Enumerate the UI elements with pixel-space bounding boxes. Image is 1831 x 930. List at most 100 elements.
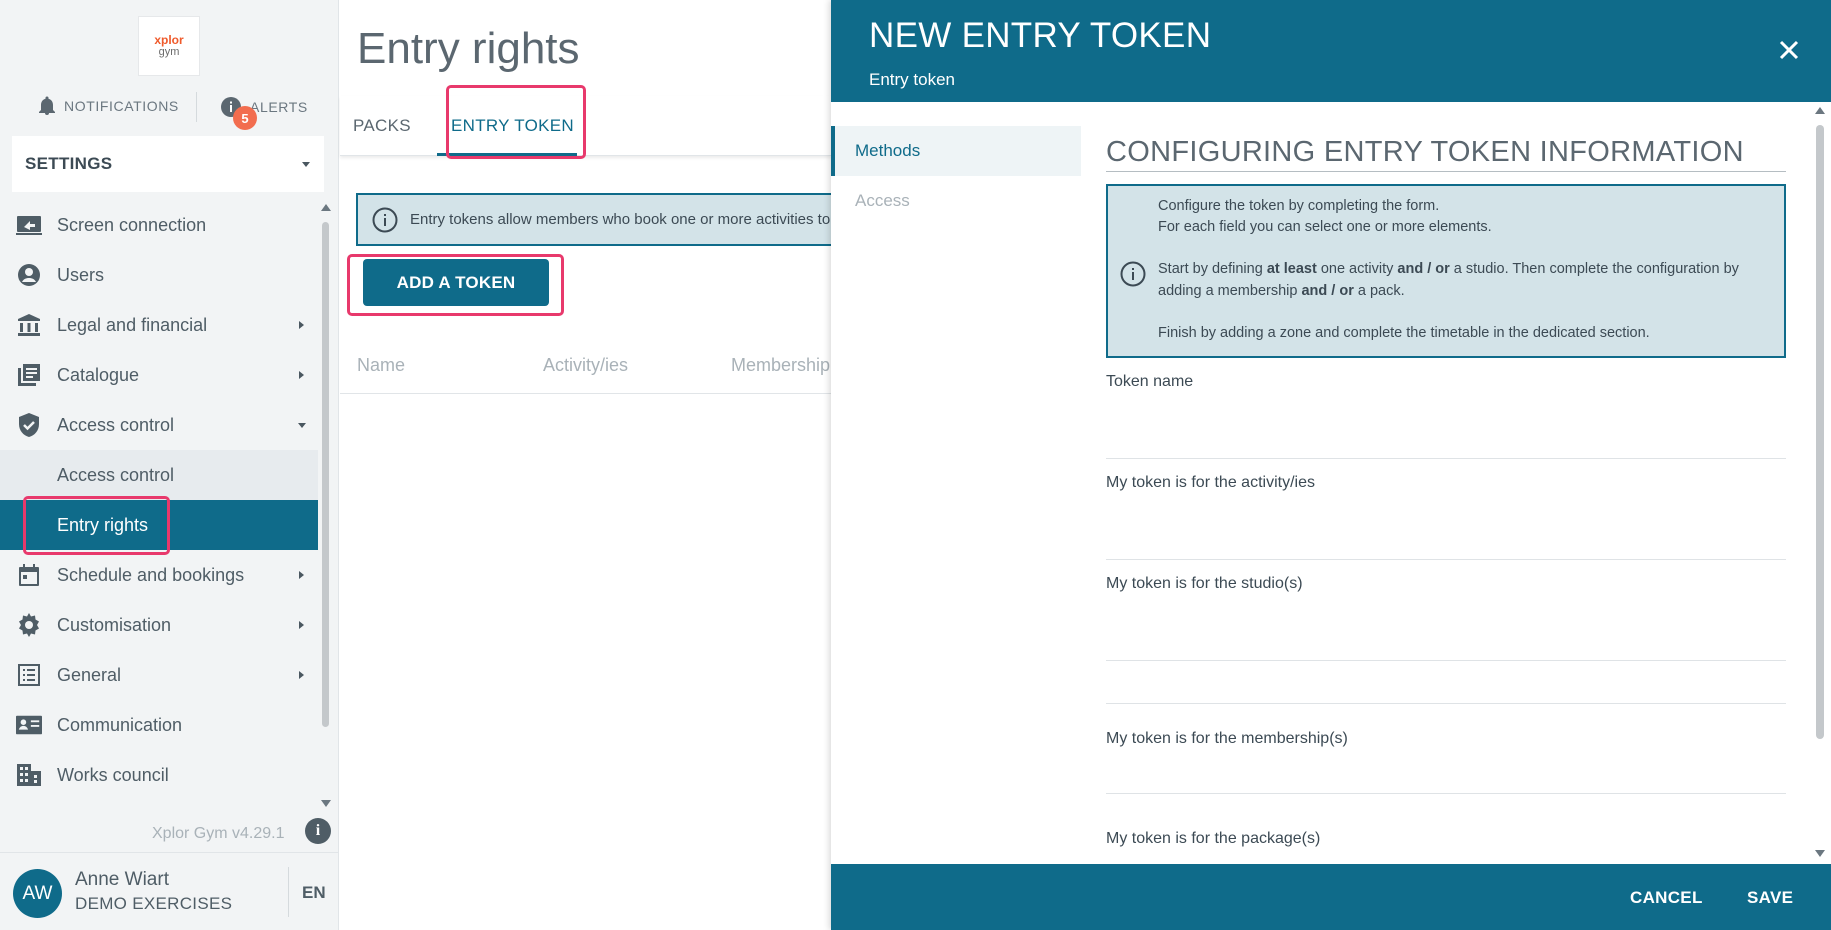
field-label: My token is for the studio(s) [1106,575,1303,592]
avatar[interactable]: AW [13,869,62,918]
nav-methods[interactable]: Methods [831,126,1081,176]
info-box: Configure the token by completing the fo… [1106,184,1786,358]
sidebar-item-legal-and-financial[interactable]: Legal and financial [0,300,318,350]
sidebar-subitem-access-control[interactable]: Access control [0,450,318,500]
contact-card-icon [16,712,42,738]
token-name-field[interactable]: Token name [1106,358,1786,459]
notifications-label: NOTIFICATIONS [64,98,179,114]
scroll-down-icon[interactable] [1815,850,1825,857]
logo-text-gym: gym [158,46,180,58]
divider [288,867,289,917]
main-content: Entry rights PACKS ENTRY TOKEN Entry tok… [340,0,836,930]
sidebar-item-screen-connection[interactable]: Screen connection [0,200,318,250]
sidebar-item-label: General [57,664,122,685]
panel-title: NEW ENTRY TOKEN [869,16,1212,55]
bank-icon [16,312,42,338]
language-selector[interactable]: EN [302,883,326,903]
chevron-down-icon [298,423,306,428]
field-label: Token name [1106,373,1194,390]
settings-label: SETTINGS [25,154,113,173]
sidebar-item-label: Users [57,264,105,285]
tab-entry-token[interactable]: ENTRY TOKEN [451,116,574,136]
sidebar-item-label: Works council [57,764,169,785]
gear-icon [16,612,42,638]
user-name: Anne Wiart [75,869,169,890]
scroll-down-icon[interactable] [321,800,331,807]
sidebar-item-label: Customisation [57,614,172,635]
catalogue-icon [16,362,42,388]
sidebar-menu: Screen connection Users Legal and financ… [0,200,318,800]
sidebar-item-works-council[interactable]: Works council [0,750,318,800]
sidebar-item-label: Catalogue [57,364,140,385]
nav-access[interactable]: Access [831,176,1081,226]
chevron-right-icon [299,571,304,579]
info-circle-icon [372,207,398,232]
sidebar: xplor gym NOTIFICATIONS ALERTS 5 SETTING… [0,0,339,930]
xplor-gym-logo[interactable]: xplor gym [138,16,200,76]
sidebar-item-customisation[interactable]: Customisation [0,600,318,650]
sidebar-item-catalogue[interactable]: Catalogue [0,350,318,400]
sidebar-item-label: Legal and financial [57,314,208,335]
chevron-right-icon [299,371,304,379]
sidebar-item-label: Access control [57,414,175,435]
chevron-right-icon [299,671,304,679]
add-token-button[interactable]: ADD A TOKEN [363,259,549,306]
tab-packs[interactable]: PACKS [353,116,411,136]
sidebar-item-access-control[interactable]: Access control [0,400,318,450]
field-label: My token is for the membership(s) [1106,730,1348,747]
info-line: Finish by adding a zone and complete the… [1158,325,1650,341]
sidebar-item-label: Communication [57,714,183,735]
new-entry-token-panel: NEW ENTRY TOKEN Entry token Methods Acce… [831,0,1831,930]
column-header-activities[interactable]: Activity/ies [543,355,628,376]
panel-form: CONFIGURING ENTRY TOKEN INFORMATION Conf… [1106,136,1786,895]
sidebar-item-label: Schedule and bookings [57,564,245,585]
table-header: Name Activity/ies Membership( [340,350,836,394]
close-icon[interactable] [1777,38,1801,62]
settings-dropdown[interactable]: SETTINGS [12,136,324,192]
user-bar: AW Anne Wiart DEMO EXERCISES EN [0,852,339,930]
logo-text-xplor: xplor [154,33,184,47]
list-icon [16,662,42,688]
notifications-button[interactable]: NOTIFICATIONS [38,96,179,116]
memberships-field[interactable]: My token is for the membership(s) [1106,704,1786,794]
info-line: adding a membership and / or a pack. [1158,283,1405,299]
activities-field[interactable]: My token is for the activity/ies [1106,459,1786,560]
info-circle-icon [1120,261,1146,287]
sidebar-item-schedule-and-bookings[interactable]: Schedule and bookings [0,550,318,600]
panel-scrollbar[interactable] [1813,105,1827,860]
alerts-label: ALERTS [250,99,308,115]
studios-field[interactable]: My token is for the studio(s) [1106,560,1786,661]
screen-connection-icon [16,212,42,238]
column-header-name[interactable]: Name [357,355,405,376]
shield-check-icon [16,412,42,438]
scrollbar-thumb[interactable] [1816,125,1824,739]
user-circle-icon [16,262,42,288]
user-organization: DEMO EXERCISES [75,894,233,913]
active-tab-indicator [437,153,577,156]
field-label: My token is for the activity/ies [1106,474,1315,491]
sidebar-subitem-entry-rights[interactable]: Entry rights [0,500,318,550]
sidebar-scrollbar[interactable] [320,202,331,810]
field-label: My token is for the package(s) [1106,830,1321,847]
column-header-membership[interactable]: Membership( [731,355,836,376]
scroll-up-icon[interactable] [1815,107,1825,114]
chevron-right-icon [299,321,304,329]
scrollbar-thumb[interactable] [322,222,329,727]
save-button[interactable]: SAVE [1747,888,1793,908]
info-icon[interactable]: i [305,818,331,844]
chevron-right-icon [299,621,304,629]
scroll-up-icon[interactable] [321,204,331,211]
sidebar-item-users[interactable]: Users [0,250,318,300]
empty-field[interactable] [1106,661,1786,704]
info-line: For each field you can select one or mor… [1158,219,1492,235]
info-line: Start by defining at least one activity … [1158,261,1739,277]
app-version: Xplor Gym v4.29.1 [152,825,285,842]
panel-footer: CANCEL SAVE [831,864,1831,930]
sidebar-item-communication[interactable]: Communication [0,700,318,750]
sidebar-item-general[interactable]: General [0,650,318,700]
sidebar-item-label: Screen connection [57,214,207,235]
panel-navigation: Methods Access [831,126,1081,226]
cancel-button[interactable]: CANCEL [1630,888,1703,908]
top-buttons: NOTIFICATIONS ALERTS [0,92,339,124]
building-icon [16,762,42,788]
